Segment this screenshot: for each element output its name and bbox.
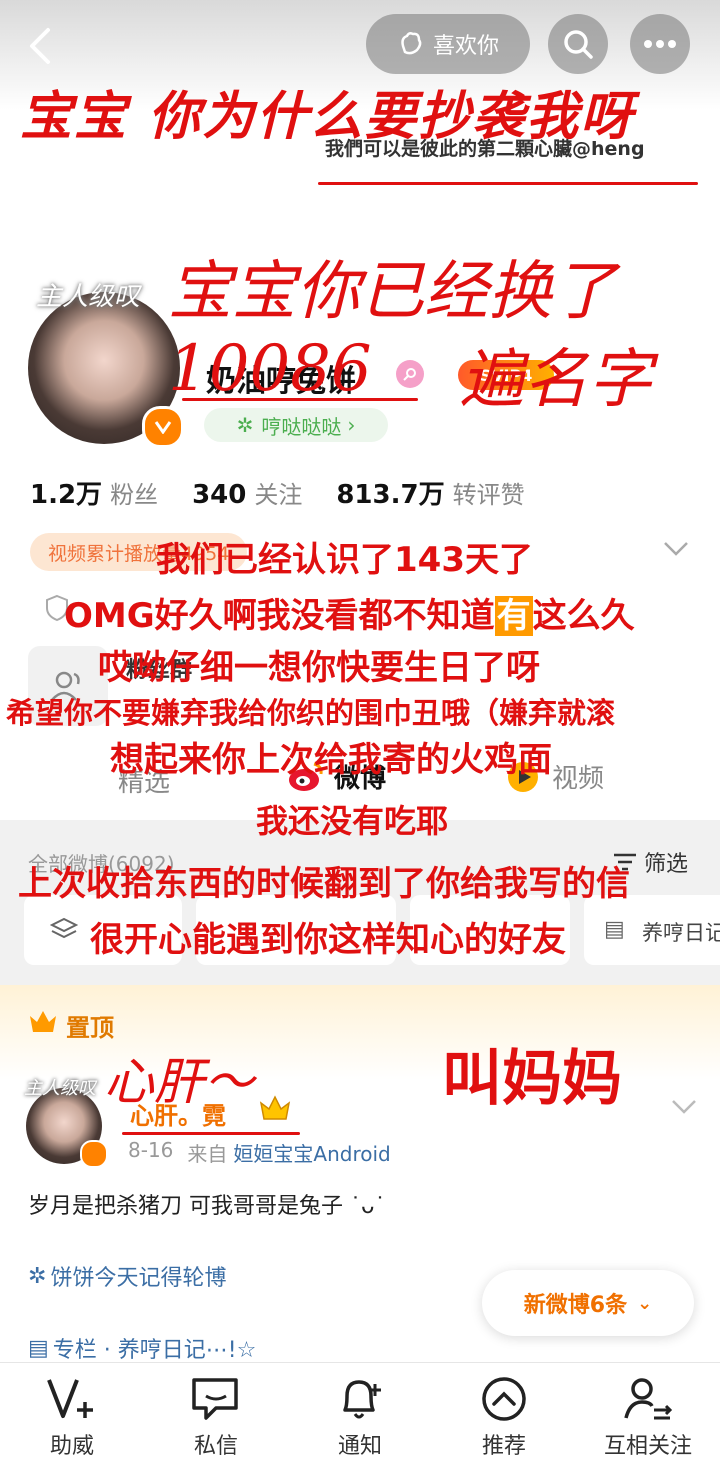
message-icon	[192, 1378, 238, 1420]
column-icon: ▤	[28, 1335, 49, 1361]
annotation-m2: OMG好久啊我没看都不知道有这么久	[64, 596, 635, 636]
annotation-mama: 叫妈妈	[442, 1044, 622, 1114]
search-icon	[564, 30, 593, 59]
topic-icon: ✲	[28, 1263, 47, 1289]
expand-chevron-icon[interactable]	[662, 540, 690, 562]
nav-cheer[interactable]: 助威	[0, 1363, 144, 1473]
double-chevron-down-icon: ⌄	[637, 1292, 653, 1314]
annotation-underline-2	[182, 398, 418, 401]
author-crown-icon	[258, 1094, 292, 1126]
annotation-m6: 我还没有吃耶	[256, 802, 449, 840]
nav-recommend[interactable]: 推荐	[432, 1363, 576, 1473]
annotation-m4: 希望你不要嫌弃我给你织的围巾丑哦（嫌弃就滚	[6, 696, 616, 730]
tag-label: 哼哒哒哒	[261, 414, 342, 439]
annotation-m7: 上次收拾东西的时候翻到了你给我写的信	[18, 864, 630, 904]
profile-stats: 1.2万 粉丝 340 关注 813.7万 转评赞	[30, 474, 525, 511]
pinned-crown-icon	[28, 1008, 58, 1038]
layers-icon	[50, 917, 78, 939]
hand-icon	[401, 32, 422, 55]
stat-interactions[interactable]: 813.7万 转评赞	[336, 474, 524, 511]
nav-notifications[interactable]: 通知	[288, 1363, 432, 1473]
back-button[interactable]	[22, 24, 62, 68]
annotation-m8: 很开心能遇到你这样知心的好友	[90, 920, 566, 960]
post-text: 岁月是把杀猪刀 可我哥哥是兔子 ˙ᴗ˙	[28, 1194, 386, 1219]
new-posts-button[interactable]: 新微博6条 ⌄	[482, 1270, 694, 1336]
annotation-m5: 想起来你上次给我寄的火鸡面	[110, 740, 552, 780]
profile-tag[interactable]: ✲ 哼哒哒哒 ›	[204, 408, 388, 442]
chip-diary[interactable]: ▤ 养哼日记	[584, 895, 720, 965]
stat-following[interactable]: 340 关注	[192, 475, 302, 510]
v-plus-icon	[47, 1379, 93, 1418]
tag-icon: ✲	[236, 413, 254, 437]
nav-mutual-follow[interactable]: 互相关注	[576, 1363, 720, 1473]
post-topic[interactable]: ✲ 饼饼今天记得轮博	[28, 1260, 226, 1292]
back-arrow-icon	[30, 28, 50, 64]
more-button[interactable]	[630, 14, 690, 74]
annotation-m3: 哎呦仔细一想你快要生日了呀	[98, 648, 540, 688]
pinned-label: 置顶	[66, 1014, 114, 1042]
mutual-follow-icon	[624, 1378, 673, 1420]
post-chevron-icon[interactable]	[670, 1098, 698, 1120]
annotation-underline-1	[318, 182, 698, 185]
more-icon	[644, 40, 676, 48]
avatar-overlay-text: 主人级叹	[36, 282, 141, 312]
nav-messages[interactable]: 私信	[144, 1363, 288, 1473]
post-avatar-overlay-text: 主人级叹	[24, 1078, 96, 1099]
like-label: 喜欢你	[432, 34, 499, 59]
post-source[interactable]: 姮姮宝宝Android	[233, 1138, 390, 1167]
chevron-up-circle-icon	[482, 1377, 526, 1421]
bell-icon	[343, 1380, 381, 1419]
annotation-xingan: 心肝～	[104, 1053, 254, 1111]
bottom-nav: 助威 私信 通知 推荐 互相关注	[0, 1362, 720, 1473]
search-button[interactable]	[548, 14, 608, 74]
post-verified-icon	[80, 1140, 108, 1168]
post-column[interactable]: ▤ 专栏 · 养哼日记⋯!☆	[28, 1332, 256, 1364]
chevron-right-icon: ›	[347, 413, 356, 437]
stat-fans[interactable]: 1.2万 粉丝	[30, 474, 158, 511]
annotation-title: 宝宝 你为什么要抄袭我呀	[20, 86, 635, 147]
post-meta: 8-16 来自 姮姮宝宝Android	[128, 1138, 391, 1167]
annotation-m1: 我们已经认识了143天了	[156, 540, 533, 580]
verified-badge-icon	[142, 406, 184, 448]
annotation-underline-3	[122, 1132, 300, 1135]
chip-diary-icon: ▤	[604, 917, 625, 942]
annotation-line3: 遍名字	[460, 343, 652, 417]
like-button[interactable]: 喜欢你	[366, 14, 530, 74]
